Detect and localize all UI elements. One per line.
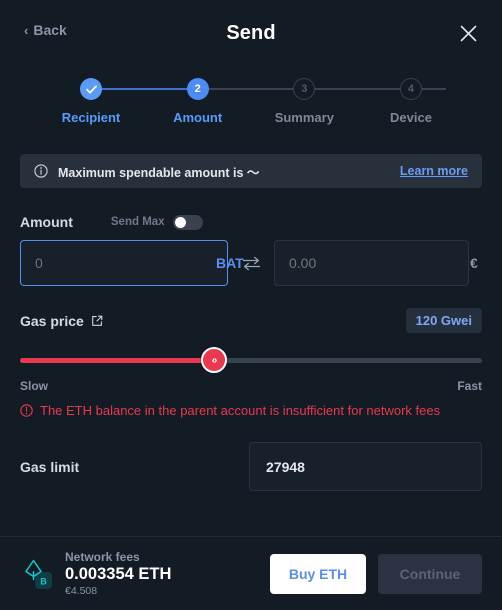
max-spendable-text: Maximum spendable amount is ～ xyxy=(58,165,260,180)
fiat-amount-input[interactable] xyxy=(289,255,470,271)
swap-arrows-icon xyxy=(242,256,260,270)
stepper-step-summary[interactable]: 3 Summary xyxy=(269,78,339,125)
learn-more-link[interactable]: Learn more xyxy=(400,164,468,178)
svg-text:B: B xyxy=(40,576,47,586)
gas-limit-input[interactable] xyxy=(249,442,482,491)
stepper-label-summary: Summary xyxy=(274,110,334,125)
amount-label: Amount xyxy=(20,214,73,230)
stepper-label-amount: Amount xyxy=(173,110,223,125)
swap-currency-button[interactable] xyxy=(228,256,274,271)
stepper-circle-device: 4 xyxy=(399,78,422,100)
send-modal: ‹ Back Send Recipient 2 Amount 3 Summary… xyxy=(0,0,502,610)
crypto-amount-field[interactable]: BAT xyxy=(20,240,244,286)
modal-body: Maximum spendable amount is ～ Learn more… xyxy=(0,144,502,536)
send-max-label: Send Max xyxy=(110,216,165,228)
chevron-left-icon: ‹ xyxy=(24,22,29,38)
buy-eth-button[interactable]: Buy ETH xyxy=(270,553,366,594)
back-button-label: Back xyxy=(33,22,67,38)
stepper-circle-amount: 2 xyxy=(186,78,209,100)
page-title: Send xyxy=(226,21,276,44)
network-fees-fiat: €4.508 xyxy=(65,584,98,597)
back-button[interactable]: ‹ Back xyxy=(24,22,67,38)
send-max-control[interactable]: Send Max xyxy=(110,214,203,230)
network-fees-block: B Network fees 0.003354 ETH €4.508 xyxy=(20,550,258,597)
slider-max-label: Fast xyxy=(457,379,482,393)
gas-price-header: Gas price 120 Gwei xyxy=(20,308,482,333)
error-circle-icon xyxy=(20,404,33,417)
gas-limit-label: Gas limit xyxy=(20,458,80,475)
gas-limit-row: Gas limit xyxy=(20,442,482,491)
continue-button: Continue xyxy=(378,553,482,594)
max-spendable-banner: Maximum spendable amount is ～ Learn more xyxy=(20,154,482,188)
network-fees-title: Network fees xyxy=(65,550,140,565)
stepper-step-recipient[interactable]: Recipient xyxy=(56,78,126,125)
stepper-label-device: Device xyxy=(390,110,432,125)
progress-stepper: Recipient 2 Amount 3 Summary 4 Device xyxy=(0,78,502,144)
modal-header: ‹ Back Send xyxy=(0,0,502,66)
amount-header: Amount Send Max xyxy=(20,214,482,230)
toggle-knob xyxy=(174,216,186,228)
ethereum-bat-token-icon: B xyxy=(20,557,54,591)
slider-endpoints: Slow Fast xyxy=(20,379,482,393)
gas-price-slider[interactable]: ‹› xyxy=(20,347,482,373)
check-icon xyxy=(85,84,97,93)
send-max-toggle[interactable] xyxy=(172,214,203,230)
error-message: The ETH balance in the parent account is… xyxy=(40,403,441,418)
stepper-circle-summary: 3 xyxy=(293,78,316,100)
slider-fill xyxy=(20,358,215,363)
stepper-circle-recipient xyxy=(80,78,102,100)
info-circle-icon xyxy=(34,164,48,178)
network-fees-amount: 0.003354 ETH xyxy=(65,565,172,584)
fiat-amount-field[interactable]: € xyxy=(274,240,478,286)
gas-price-label: Gas price xyxy=(20,312,84,329)
modal-footer: B Network fees 0.003354 ETH €4.508 Buy E… xyxy=(0,536,502,610)
fiat-unit-label: € xyxy=(470,255,478,271)
slider-min-label: Slow xyxy=(20,379,49,393)
stepper-label-recipient: Recipient xyxy=(61,110,121,125)
external-link-icon[interactable] xyxy=(91,315,103,327)
close-icon xyxy=(460,25,476,41)
insufficient-balance-error: The ETH balance in the parent account is… xyxy=(20,403,482,418)
slider-thumb-glyph: ‹› xyxy=(211,354,218,366)
amount-inputs-row: BAT € xyxy=(20,240,482,286)
gas-price-badge: 120 Gwei xyxy=(405,308,482,333)
slider-thumb[interactable]: ‹› xyxy=(201,347,228,373)
stepper-step-device[interactable]: 4 Device xyxy=(376,78,446,125)
stepper-connector-3 xyxy=(321,88,446,90)
close-button[interactable] xyxy=(454,19,482,47)
stepper-step-amount[interactable]: 2 Amount xyxy=(163,78,233,125)
crypto-amount-input[interactable] xyxy=(35,255,216,271)
